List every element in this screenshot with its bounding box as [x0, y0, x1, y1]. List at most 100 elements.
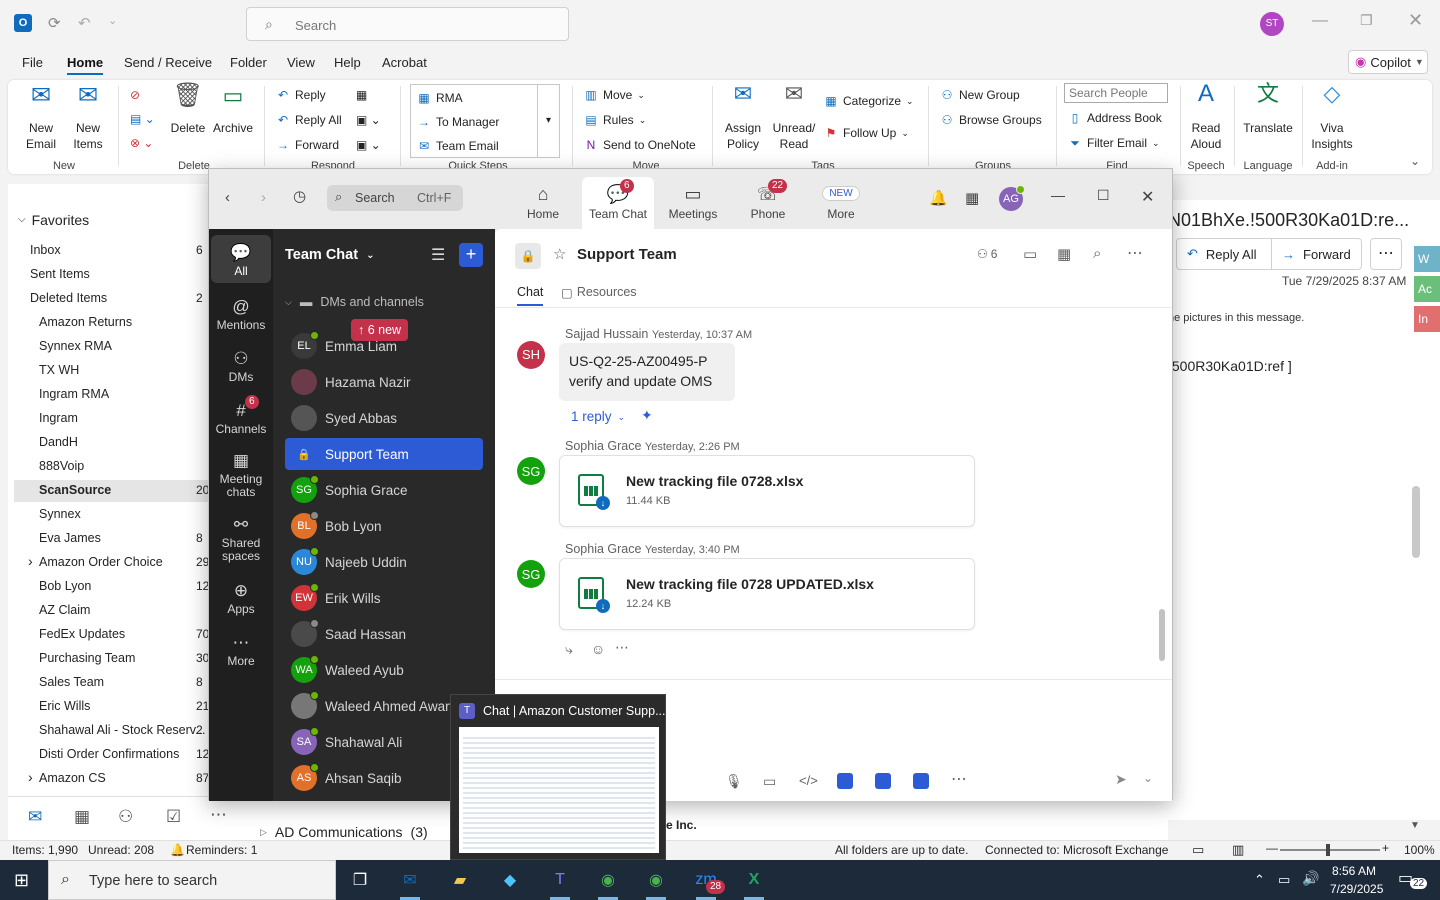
more-options-icon[interactable]: ⋯ [1127, 243, 1143, 263]
menu-send-receive[interactable]: Send / Receive [124, 55, 212, 70]
normal-view-icon[interactable]: ▭ [1192, 842, 1204, 858]
zoom-slider[interactable] [1280, 844, 1380, 856]
tab-chat[interactable]: Chat [517, 285, 544, 306]
folder-item[interactable]: ScanSource 208 [14, 480, 218, 502]
menu-folder[interactable]: Folder [230, 55, 267, 70]
new-chat-button[interactable]: + [459, 243, 483, 267]
calendar-icon[interactable]: ▦ [1057, 245, 1071, 263]
folder-item[interactable]: FedEx Updates 70 [14, 624, 218, 646]
video-clip-icon[interactable]: ▭ [763, 773, 776, 790]
new-group-button[interactable]: ⚇ New Group [940, 88, 1020, 102]
folder-item[interactable]: AZ Claim [14, 600, 218, 622]
quick-steps-expand-icon[interactable]: ▾ [537, 85, 559, 157]
menu-acrobat[interactable]: Acrobat [382, 55, 427, 70]
reading-reply-all-button[interactable]: ↶ Reply All [1176, 238, 1272, 270]
sender-avatar[interactable]: SG [517, 457, 545, 485]
volume-icon[interactable]: 🔊 [1302, 870, 1319, 887]
teams-taskbar-icon[interactable]: T [540, 864, 580, 900]
reading-scrollbar[interactable] [1412, 486, 1420, 558]
ignore-icon[interactable]: ⊘ [130, 88, 140, 102]
undo-icon[interactable]: ↶ [78, 14, 91, 32]
notification-button[interactable]: ▭ 22 [1398, 868, 1428, 892]
star-icon[interactable]: ☆ [553, 245, 566, 263]
app-icon[interactable] [875, 773, 891, 789]
folder-item[interactable]: Inbox 6 [14, 240, 218, 262]
file-attachment-card[interactable]: ↓ New tracking file 0728 UPDATED.xlsx 12… [559, 558, 975, 630]
folder-item[interactable]: DandH [14, 432, 218, 454]
close-icon[interactable]: ✕ [1141, 187, 1154, 207]
im-reply-icon[interactable]: ▣ ⌄ [356, 113, 381, 127]
app-icon[interactable] [837, 773, 853, 789]
rail-mentions[interactable]: @ Mentions [211, 289, 271, 333]
folder-item[interactable]: Ingram RMA [14, 384, 218, 406]
outlook-user-avatar[interactable]: ST [1260, 12, 1284, 36]
read-aloud-button[interactable]: A Read Aloud [1184, 82, 1228, 152]
chevron-down-icon[interactable]: ⌄ [1143, 771, 1153, 785]
app-taskbar-icon[interactable]: ◆ [490, 864, 530, 896]
folder-item[interactable]: Ingram [14, 408, 218, 430]
forward-button[interactable]: → Forward [276, 138, 339, 152]
windows-start-icon[interactable]: ⊞ [14, 870, 29, 891]
chevron-right-icon[interactable]: › [28, 769, 33, 785]
cleanup-icon[interactable]: ▤ ⌄ [130, 112, 155, 126]
rules-button[interactable]: ▤ Rules ⌄ [584, 113, 646, 127]
unread-read-button[interactable]: ✉ Unread/ Read [770, 83, 818, 152]
ribbon-collapse-icon[interactable]: ⌄ [1410, 154, 1420, 168]
archive-button[interactable]: ▭ Archive [212, 85, 254, 136]
folder-item[interactable]: Amazon Returns [14, 312, 218, 334]
folder-item[interactable]: Amazon CS › 870 [14, 768, 218, 790]
microphone-icon[interactable]: 🎙 [725, 773, 743, 790]
chat-item[interactable]: SG Sophia Grace [285, 474, 483, 506]
menu-help[interactable]: Help [334, 55, 361, 70]
more-respond-icon[interactable]: ▣ ⌄ [356, 138, 381, 152]
search-people-input[interactable]: Search People [1064, 83, 1168, 103]
bell-icon[interactable]: 🔔 [929, 189, 948, 207]
qs-to-manager[interactable]: → To Manager [417, 115, 499, 129]
maximize-icon[interactable]: ❐ [1360, 12, 1373, 29]
back-icon[interactable]: ‹ [225, 189, 230, 206]
menu-view[interactable]: View [287, 55, 315, 70]
file-explorer-icon[interactable]: ▰ [440, 864, 480, 896]
send-onenote-button[interactable]: N Send to OneNote [584, 138, 696, 152]
nav-team-chat[interactable]: 💬 Team Chat 6 [582, 177, 654, 229]
rail-all[interactable]: 💬 All [211, 235, 271, 283]
nav-home[interactable]: ⌂ Home [507, 177, 579, 229]
task-view-icon[interactable]: ❐ [340, 864, 380, 896]
viva-insights-button[interactable]: ◇ Viva Insights [1308, 83, 1356, 152]
code-icon[interactable]: </> [799, 773, 818, 788]
tab-resources[interactable]: ▢ Resources [561, 285, 637, 300]
move-button[interactable]: ▥ Move ⌄ [584, 88, 645, 102]
app-icon[interactable] [913, 773, 929, 789]
chat-item[interactable]: Hazama Nazir [285, 366, 483, 398]
sender-avatar[interactable]: SG [517, 560, 545, 588]
chat-item[interactable]: 🔒 Support Team [285, 438, 483, 470]
assign-policy-button[interactable]: ✉ Assign Policy [720, 83, 766, 152]
rail-meeting-chats[interactable]: ▦ Meeting chats [211, 443, 271, 499]
folder-item[interactable]: Sales Team 8 [14, 672, 218, 694]
qat-dropdown-icon[interactable]: ⌄ [108, 14, 117, 27]
qs-rma[interactable]: ▦ RMA [417, 91, 462, 105]
video-call-icon[interactable]: ▭ [1023, 245, 1037, 263]
rail-apps[interactable]: ⊕ Apps [211, 573, 271, 617]
browse-groups-button[interactable]: ⚇ Browse Groups [940, 113, 1042, 127]
history-icon[interactable]: ◷ [293, 187, 306, 205]
menu-home[interactable]: Home [67, 55, 104, 75]
translate-button[interactable]: 文 Translate [1240, 83, 1296, 136]
rail-channels[interactable]: # Channels 6 [211, 393, 271, 437]
chevron-up-icon[interactable]: ⌃ [1254, 872, 1265, 888]
folder-item[interactable]: Eric Wills 21 [14, 696, 218, 718]
people-icon[interactable]: ⚇ [118, 807, 133, 827]
filter-icon[interactable]: ☰ [431, 245, 445, 265]
rail-shared-spaces[interactable]: ⚯ Shared spaces [211, 507, 271, 563]
favorites-header[interactable]: ⌵ Favorites [18, 212, 89, 228]
chevron-right-icon[interactable]: › [28, 553, 33, 569]
copilot-button[interactable]: ◉ Copilot ▼ [1348, 50, 1428, 74]
chat-item[interactable]: Saad Hassan [285, 618, 483, 650]
scroll-down-icon[interactable]: ▼ [1410, 820, 1420, 831]
reply-count-link[interactable]: 1 reply ⌄ [571, 409, 625, 426]
emoji-reaction-icon[interactable]: ☺ [591, 641, 605, 657]
folder-item[interactable]: Shahawal Ali - Stock Reserv... 2 [14, 720, 218, 742]
dms-channels-section[interactable]: ⌵ ▬ DMs and channels [285, 295, 424, 310]
team-chat-title[interactable]: Team Chat ⌄ [285, 247, 374, 265]
chrome-icon[interactable]: ◉ [636, 864, 676, 900]
